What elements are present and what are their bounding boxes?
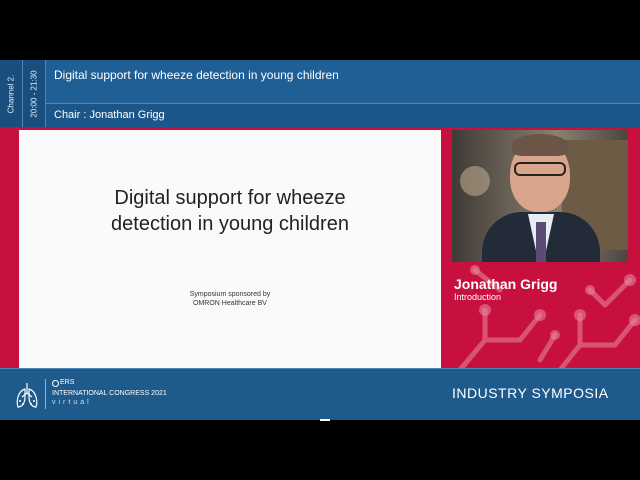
progress-marker bbox=[320, 419, 330, 421]
speaker-tie bbox=[536, 222, 546, 262]
speaker-role: Introduction bbox=[454, 292, 502, 302]
header: Channel 2. 20:00 - 21:30 Digital support… bbox=[0, 60, 640, 127]
video-lamp bbox=[460, 166, 490, 196]
footer: ERS INTERNATIONAL CONGRESS 2021 virtual … bbox=[0, 368, 640, 420]
ers-circle-icon bbox=[52, 380, 59, 387]
speaker-glasses bbox=[514, 162, 566, 176]
chair-bar: Chair : Jonathan Grigg bbox=[46, 104, 640, 127]
time-label: 20:00 - 21:30 bbox=[29, 69, 39, 118]
chair-label: Chair : Jonathan Grigg bbox=[54, 109, 165, 121]
ers-label: ERS bbox=[60, 379, 75, 386]
channel-label: Channel 2. bbox=[6, 74, 16, 113]
session-title: Digital support for wheeze detection in … bbox=[54, 68, 339, 82]
congress-label: INTERNATIONAL CONGRESS 2021 bbox=[52, 390, 167, 397]
slide-title-line-1: Digital support for wheeze bbox=[114, 187, 346, 209]
footer-divider bbox=[45, 379, 46, 409]
slide-sponsor-line-2: OMRON Healthcare BV bbox=[193, 300, 267, 307]
slide-title-line-2: detection in young children bbox=[111, 213, 349, 235]
slide-sponsor-line-1: Symposium sponsored by bbox=[189, 291, 271, 298]
speaker-name: Jonathan Grigg bbox=[454, 276, 558, 292]
slide-sponsor: Symposium sponsored by OMRON Healthcare … bbox=[19, 290, 441, 308]
channel-column: Channel 2. bbox=[0, 60, 23, 127]
section-label: INDUSTRY SYMPOSIA bbox=[452, 385, 609, 401]
time-column: 20:00 - 21:30 bbox=[23, 60, 46, 127]
session-title-bar: Digital support for wheeze detection in … bbox=[46, 60, 640, 104]
virtual-label: virtual bbox=[52, 399, 92, 406]
speaker-video bbox=[452, 130, 628, 262]
video-frame: Channel 2. 20:00 - 21:30 Digital support… bbox=[0, 60, 640, 420]
presentation-slide: Digital support for wheeze detection in … bbox=[19, 130, 441, 368]
lungs-logo-icon bbox=[16, 383, 38, 408]
slide-title: Digital support for wheeze detection in … bbox=[19, 185, 441, 237]
speaker-hair bbox=[512, 134, 568, 156]
